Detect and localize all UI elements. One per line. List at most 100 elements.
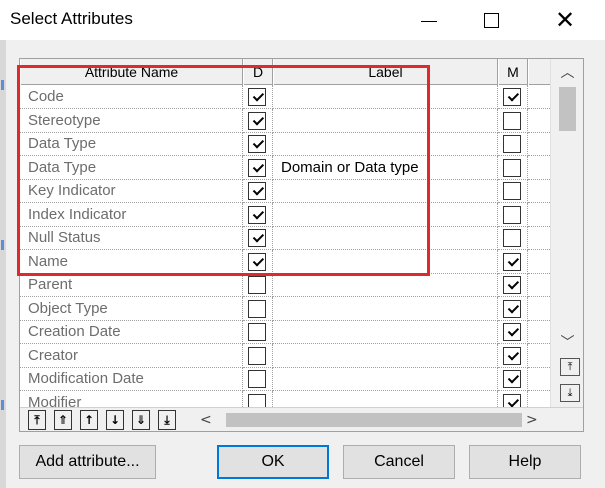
table-row[interactable]: Modification Date — [20, 367, 550, 391]
d-checkbox[interactable] — [248, 205, 266, 224]
title-bar[interactable]: Select Attributes ✕ — [0, 0, 605, 40]
label-cell[interactable] — [273, 85, 498, 109]
d-checkbox[interactable] — [248, 323, 266, 341]
d-checkbox[interactable] — [248, 135, 266, 153]
table-row[interactable]: Parent — [20, 273, 550, 297]
attribute-name-cell[interactable]: Stereotype — [20, 108, 243, 133]
maximize-button[interactable] — [468, 0, 514, 40]
label-cell[interactable]: Domain or Data type — [273, 155, 498, 180]
header-label[interactable]: Label — [273, 59, 498, 85]
move-to-top-button[interactable]: ⤒ — [28, 410, 46, 430]
scroll-left-arrow-icon[interactable]: < — [200, 411, 212, 429]
m-checkbox[interactable] — [503, 111, 521, 130]
vertical-scroll-thumb[interactable] — [559, 87, 576, 131]
help-button[interactable]: Help — [469, 445, 581, 479]
table-row[interactable]: Creation Date — [20, 320, 550, 344]
label-cell[interactable] — [273, 343, 498, 368]
attribute-name-cell[interactable]: Creation Date — [20, 320, 243, 344]
move-to-bottom-button[interactable]: ⤓ — [158, 410, 176, 430]
d-checkbox[interactable] — [248, 299, 266, 318]
attribute-name-cell[interactable]: Index Indicator — [20, 202, 243, 227]
label-cell[interactable] — [273, 320, 498, 344]
m-checkbox[interactable] — [503, 205, 521, 224]
attribute-name-cell[interactable]: Data Type — [20, 155, 243, 180]
table-row[interactable]: Code — [20, 85, 550, 109]
page-down-button[interactable]: ⇓ — [132, 410, 150, 430]
m-checkbox[interactable] — [503, 370, 521, 388]
label-cell[interactable] — [273, 202, 498, 227]
page-up-button[interactable]: ⇑ — [54, 410, 72, 430]
table-row[interactable]: Stereotype — [20, 108, 550, 133]
horizontal-scrollbar[interactable]: < > — [200, 411, 538, 429]
label-cell[interactable] — [273, 226, 498, 250]
add-attribute-button[interactable]: Add attribute... — [19, 445, 156, 479]
m-checkbox[interactable] — [503, 88, 521, 106]
label-cell[interactable] — [273, 108, 498, 133]
attribute-name-cell[interactable]: Creator — [20, 343, 243, 368]
d-checkbox[interactable] — [248, 158, 266, 177]
d-checkbox[interactable] — [248, 88, 266, 106]
label-cell[interactable] — [273, 296, 498, 321]
table-row[interactable]: Key Indicator — [20, 179, 550, 203]
label-cell[interactable] — [273, 273, 498, 297]
move-down-button[interactable]: ↓ — [106, 410, 124, 430]
attribute-grid[interactable]: Attribute Name D Label M Code Stereotype D… — [19, 58, 584, 432]
table-row[interactable]: Creator — [20, 343, 550, 368]
label-cell[interactable] — [273, 249, 498, 274]
m-checkbox[interactable] — [503, 393, 521, 407]
attribute-name-cell[interactable]: Modification Date — [20, 367, 243, 391]
table-row[interactable]: Data Type Domain or Data type — [20, 155, 550, 180]
table-row[interactable]: Name — [20, 249, 550, 274]
label-cell[interactable] — [273, 179, 498, 203]
m-checkbox[interactable] — [503, 299, 521, 318]
m-checkbox[interactable] — [503, 158, 521, 177]
d-checkbox[interactable] — [248, 276, 266, 294]
m-checkbox[interactable] — [503, 135, 521, 153]
m-checkbox[interactable] — [503, 276, 521, 294]
minimize-button[interactable] — [406, 0, 452, 40]
move-up-button[interactable]: ↑ — [80, 410, 98, 430]
d-checkbox[interactable] — [248, 252, 266, 271]
d-checkbox[interactable] — [248, 229, 266, 247]
scroll-right-arrow-icon[interactable]: > — [526, 411, 538, 429]
scroll-up-arrow-icon[interactable]: ︿ — [551, 61, 584, 85]
horizontal-scroll-thumb[interactable] — [226, 413, 522, 427]
attribute-name-cell[interactable]: Key Indicator — [20, 179, 243, 203]
ok-button[interactable]: OK — [217, 445, 329, 479]
m-checkbox[interactable] — [503, 323, 521, 341]
label-cell[interactable] — [273, 390, 498, 407]
m-checkbox[interactable] — [503, 229, 521, 247]
m-checkbox[interactable] — [503, 346, 521, 365]
header-m[interactable]: M — [498, 59, 528, 85]
m-checkbox[interactable] — [503, 252, 521, 271]
table-row[interactable]: Data Type — [20, 132, 550, 156]
attribute-name-cell[interactable]: Parent — [20, 273, 243, 297]
scroll-to-top-button[interactable]: ⤒ — [560, 358, 580, 376]
close-button[interactable]: ✕ — [542, 0, 588, 40]
scroll-to-bottom-button[interactable]: ⤓ — [560, 384, 580, 402]
table-row[interactable]: Modifier — [20, 390, 550, 407]
filler-cell — [528, 109, 550, 133]
attribute-name-cell[interactable]: Null Status — [20, 226, 243, 250]
table-row[interactable]: Object Type — [20, 296, 550, 321]
table-row[interactable]: Index Indicator — [20, 202, 550, 227]
label-cell[interactable] — [273, 132, 498, 156]
attribute-name-cell[interactable]: Code — [20, 85, 243, 109]
d-checkbox[interactable] — [248, 393, 266, 407]
header-d[interactable]: D — [243, 59, 273, 85]
attribute-name-cell[interactable]: Data Type — [20, 132, 243, 156]
d-checkbox[interactable] — [248, 370, 266, 388]
attribute-name-cell[interactable]: Name — [20, 249, 243, 274]
m-checkbox[interactable] — [503, 182, 521, 200]
table-row[interactable]: Null Status — [20, 226, 550, 250]
d-checkbox[interactable] — [248, 346, 266, 365]
scroll-down-arrow-icon[interactable]: ﹀ — [551, 331, 584, 355]
cancel-button[interactable]: Cancel — [343, 445, 455, 479]
vertical-scrollbar[interactable]: ︿ ﹀ — [550, 59, 583, 407]
label-cell[interactable] — [273, 367, 498, 391]
d-checkbox[interactable] — [248, 182, 266, 200]
d-checkbox[interactable] — [248, 111, 266, 130]
attribute-name-cell[interactable]: Object Type — [20, 296, 243, 321]
header-attribute-name[interactable]: Attribute Name — [20, 59, 243, 85]
attribute-name-cell[interactable]: Modifier — [20, 390, 243, 407]
